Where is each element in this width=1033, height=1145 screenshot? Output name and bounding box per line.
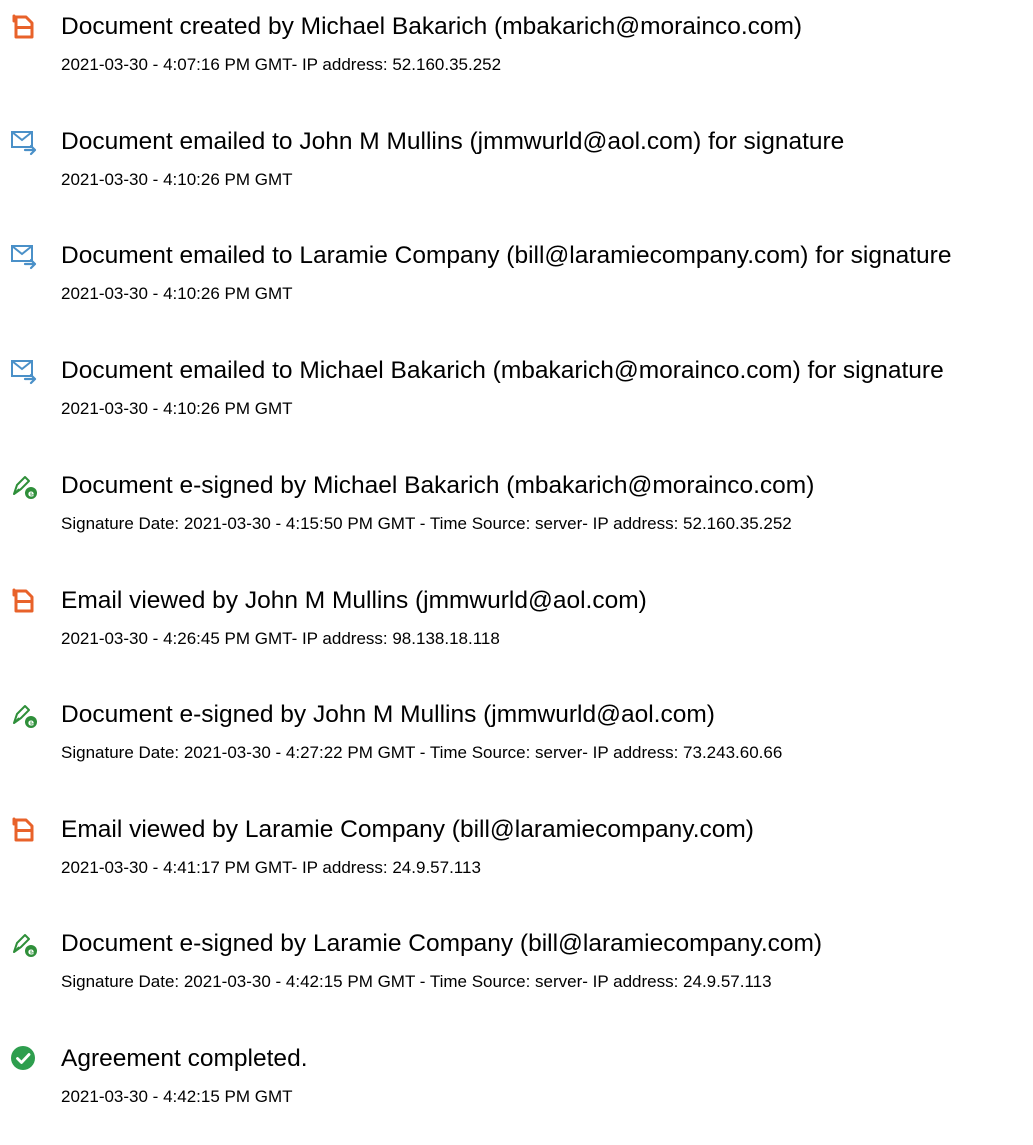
- event-title: Document e-signed by John M Mullins (jmm…: [61, 701, 715, 728]
- audit-event: Email viewed by John M Mullins (jmmwurld…: [0, 587, 1033, 687]
- event-detail: Signature Date: 2021-03-30 - 4:42:15 PM …: [61, 972, 772, 991]
- event-title: Document created by Michael Bakarich (mb…: [61, 13, 803, 40]
- svg-text:e: e: [28, 719, 34, 729]
- audit-event: e Document e-signed by Laramie Company (…: [0, 930, 1033, 1030]
- audit-event: Document created by Michael Bakarich (mb…: [0, 13, 1033, 113]
- event-title: Document emailed to John M Mullins (jmmw…: [61, 128, 845, 155]
- event-title: Document e-signed by Michael Bakarich (m…: [61, 472, 815, 499]
- event-detail: Signature Date: 2021-03-30 - 4:27:22 PM …: [61, 743, 783, 762]
- event-detail: 2021-03-30 - 4:10:26 PM GMT: [61, 284, 293, 303]
- audit-event: e Document e-signed by Michael Bakarich …: [0, 472, 1033, 572]
- event-detail: 2021-03-30 - 4:42:15 PM GMT: [61, 1087, 293, 1106]
- event-title: Agreement completed.: [61, 1045, 308, 1072]
- document-icon: [10, 13, 38, 41]
- audit-event: Document emailed to John M Mullins (jmmw…: [0, 128, 1033, 228]
- event-title: Document emailed to Laramie Company (bil…: [61, 242, 952, 269]
- audit-event: Document emailed to Michael Bakarich (mb…: [0, 357, 1033, 457]
- event-title: Document e-signed by Laramie Company (bi…: [61, 930, 823, 957]
- email-icon: [10, 242, 38, 270]
- svg-text:e: e: [28, 490, 34, 500]
- e-sign-icon: e: [10, 701, 38, 729]
- event-detail: 2021-03-30 - 4:26:45 PM GMT- IP address:…: [61, 629, 500, 648]
- audit-event: Agreement completed. 2021-03-30 - 4:42:1…: [0, 1045, 1033, 1145]
- email-icon: [10, 128, 38, 156]
- checkmark-icon: [10, 1045, 38, 1073]
- e-sign-icon: e: [10, 930, 38, 958]
- event-detail: 2021-03-30 - 4:41:17 PM GMT- IP address:…: [61, 858, 481, 877]
- e-sign-icon: e: [10, 472, 38, 500]
- email-icon: [10, 357, 38, 385]
- audit-event: Email viewed by Laramie Company (bill@la…: [0, 816, 1033, 916]
- svg-text:e: e: [28, 948, 34, 958]
- event-title: Document emailed to Michael Bakarich (mb…: [61, 357, 944, 384]
- event-detail: 2021-03-30 - 4:07:16 PM GMT- IP address:…: [61, 55, 502, 74]
- document-icon: [10, 587, 38, 615]
- audit-event: e Document e-signed by John M Mullins (j…: [0, 701, 1033, 801]
- event-detail: Signature Date: 2021-03-30 - 4:15:50 PM …: [61, 514, 792, 533]
- document-icon: [10, 816, 38, 844]
- event-detail: 2021-03-30 - 4:10:26 PM GMT: [61, 170, 293, 189]
- event-title: Email viewed by John M Mullins (jmmwurld…: [61, 587, 647, 614]
- event-title: Email viewed by Laramie Company (bill@la…: [61, 816, 754, 843]
- event-detail: 2021-03-30 - 4:10:26 PM GMT: [61, 399, 293, 418]
- audit-event: Document emailed to Laramie Company (bil…: [0, 242, 1033, 342]
